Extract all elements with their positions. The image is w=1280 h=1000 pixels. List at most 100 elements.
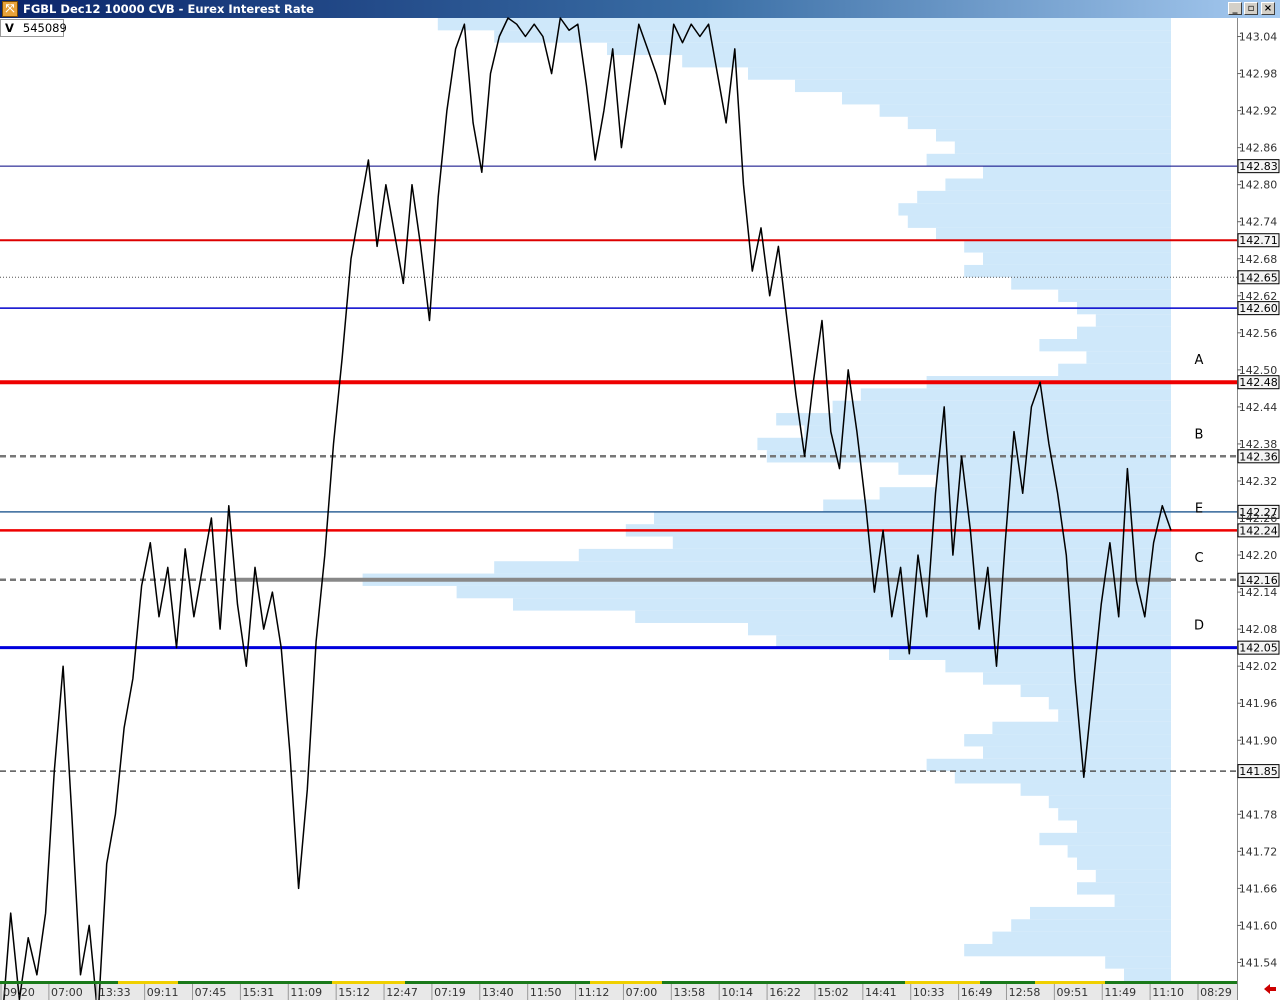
volume-profile-bar xyxy=(889,647,1171,660)
volume-profile-bar xyxy=(1067,845,1171,858)
volume-profile-bar xyxy=(654,511,1171,525)
x-tick-label: 07:00 xyxy=(626,986,658,999)
volume-profile-bar xyxy=(945,660,1171,673)
x-tick-label: 09:20 xyxy=(3,986,35,999)
volume-profile-bar xyxy=(1077,857,1171,870)
level-tag: E xyxy=(1195,501,1203,516)
session-band xyxy=(1035,981,1105,984)
x-tick-label: 08:29 xyxy=(1200,986,1232,999)
x-tick-label: 12:47 xyxy=(386,986,418,999)
volume-profile-bar xyxy=(1077,326,1171,339)
volume-profile-bar xyxy=(936,227,1171,241)
price-level-label: 142.65 xyxy=(1239,271,1278,284)
volume-profile-bar xyxy=(917,190,1171,204)
volume-profile-bar xyxy=(1030,906,1171,920)
price-level-label: 142.60 xyxy=(1239,302,1278,315)
volume-prefix: V xyxy=(5,21,14,35)
x-tick-label: 09:51 xyxy=(1057,986,1089,999)
x-tick-label: 10:33 xyxy=(913,986,945,999)
volume-profile-bar xyxy=(842,92,1171,105)
volume-profile-bar xyxy=(757,437,1171,451)
x-tick-label: 10:14 xyxy=(721,986,753,999)
volume-profile-bar xyxy=(1095,314,1171,327)
volume-profile-bar xyxy=(992,931,1171,944)
x-tick-label: 11:09 xyxy=(290,986,322,999)
volume-profile-bar xyxy=(936,474,1171,488)
volume-profile-bar xyxy=(1077,820,1171,833)
x-tick-label: 16:22 xyxy=(769,986,801,999)
volume-profile-bar xyxy=(1011,919,1171,932)
price-level-label: 142.48 xyxy=(1239,376,1278,389)
volume-profile-bar xyxy=(672,536,1171,549)
price-level-label: 142.24 xyxy=(1239,524,1278,537)
y-tick-label: 142.14 xyxy=(1239,586,1278,599)
volume-profile-bar xyxy=(898,462,1171,475)
volume-profile-bar xyxy=(748,622,1171,636)
y-tick-label: 142.98 xyxy=(1239,68,1278,81)
x-tick-label: 09:11 xyxy=(147,986,179,999)
volume-profile-bar xyxy=(1048,697,1171,710)
volume-profile-bar xyxy=(926,758,1171,772)
x-tick-label: 16:49 xyxy=(961,986,993,999)
price-chart[interactable]: 142.83 142.71 142.65 142.60 142.48 142.36 142.… xyxy=(0,0,1280,1000)
y-tick-label: 142.26 xyxy=(1239,512,1278,525)
volume-profile-bar xyxy=(1077,882,1171,895)
level-tag: B xyxy=(1195,427,1204,442)
volume-profile-bar xyxy=(776,635,1171,648)
y-tick-label: 142.02 xyxy=(1239,660,1278,673)
x-tick-label: 11:49 xyxy=(1104,986,1136,999)
price-level-label: 142.71 xyxy=(1239,234,1278,247)
volume-profile-bar xyxy=(898,203,1171,216)
volume-profile-bar xyxy=(1058,808,1171,821)
y-tick-label: 141.54 xyxy=(1239,956,1278,969)
y-tick-label: 142.92 xyxy=(1239,105,1278,118)
volume-profile-bar xyxy=(578,548,1171,562)
y-tick-label: 142.74 xyxy=(1239,216,1278,229)
price-level-label: 142.83 xyxy=(1239,160,1278,173)
price-level-label: 141.85 xyxy=(1239,765,1278,778)
scroll-arrow-icon[interactable] xyxy=(1262,982,1278,996)
level-tag: A xyxy=(1195,353,1204,368)
x-tick-label: 07:19 xyxy=(434,986,466,999)
x-tick-label: 11:50 xyxy=(530,986,562,999)
volume-profile-bar xyxy=(682,55,1171,68)
session-band xyxy=(980,981,1035,984)
session-band xyxy=(118,981,178,984)
volume-profile-bar xyxy=(860,388,1171,401)
volume-profile-bar xyxy=(907,116,1171,130)
volume-profile-bar xyxy=(748,67,1171,80)
volume-profile-bar xyxy=(1011,277,1171,290)
x-tick-label: 11:12 xyxy=(578,986,610,999)
volume-profile-bar xyxy=(936,129,1171,142)
volume-profile-bar xyxy=(926,153,1171,167)
y-tick-label: 142.68 xyxy=(1239,253,1278,266)
volume-profile-bar xyxy=(437,18,1171,31)
volume-profile-bar xyxy=(1020,783,1171,796)
session-band xyxy=(178,981,332,984)
y-tick-label: 142.08 xyxy=(1239,623,1278,636)
x-tick-label: 14:41 xyxy=(865,986,897,999)
volume-profile-bar xyxy=(964,943,1171,957)
volume-profile-bar xyxy=(494,30,1171,43)
volume-profile-bar xyxy=(1086,351,1171,364)
session-band xyxy=(905,981,980,984)
x-tick-label: 13:58 xyxy=(673,986,705,999)
price-level-label: 142.36 xyxy=(1239,450,1278,463)
y-tick-label: 142.56 xyxy=(1239,327,1278,340)
volume-profile-bar xyxy=(964,264,1171,278)
volume-profile-bar xyxy=(1039,832,1171,846)
price-level-label: 142.16 xyxy=(1239,574,1278,587)
volume-profile-bar xyxy=(879,104,1171,117)
volume-profile-bar xyxy=(1114,894,1171,907)
volume-profile-bar xyxy=(456,585,1172,599)
volume-profile-bar xyxy=(1095,869,1171,883)
volume-profile-bar xyxy=(1124,968,1171,981)
volume-profile-bar xyxy=(1105,956,1171,969)
volume-profile-bar xyxy=(1039,339,1171,352)
volume-profile-bar xyxy=(907,215,1171,228)
volume-profile-bar xyxy=(954,771,1171,784)
volume-profile-bar xyxy=(832,400,1171,414)
session-band xyxy=(662,981,905,984)
volume-profile-bar xyxy=(1058,363,1171,377)
x-tick-label: 07:45 xyxy=(195,986,227,999)
